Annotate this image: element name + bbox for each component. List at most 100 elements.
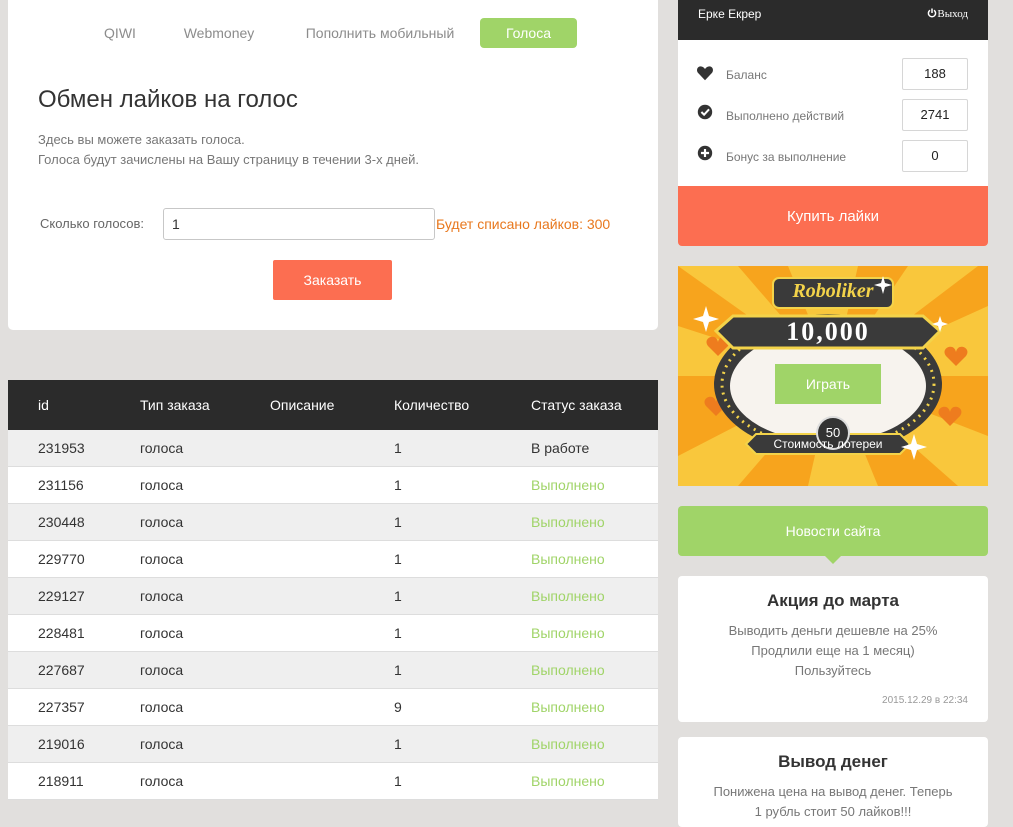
cell-type: голоса xyxy=(140,430,270,467)
votes-count-input[interactable] xyxy=(163,208,435,240)
cell-description xyxy=(270,614,394,652)
cell-quantity: 1 xyxy=(394,503,531,541)
news-text: Понижена цена на вывод денег. Теперь 1 р… xyxy=(678,782,988,822)
table-row: 231156 голоса 1 Выполнено xyxy=(8,466,658,504)
cell-id: 218911 xyxy=(8,762,140,800)
cell-quantity: 1 xyxy=(394,577,531,615)
payment-tabs: QIWI Webmoney Пополнить мобильный Голоса xyxy=(8,18,658,48)
cell-description xyxy=(270,725,394,763)
news-line: Пользуйтесь xyxy=(794,663,872,678)
cell-description xyxy=(270,466,394,504)
page-description: Здесь вы можете заказать голоса. Голоса … xyxy=(38,130,419,170)
logout-link[interactable]: Выход xyxy=(927,8,968,20)
user-name: Ерке Екрер xyxy=(698,7,762,21)
user-stats: Баланс 188 Выполнено действий 2741 Бонус… xyxy=(678,40,988,186)
lottery-cost-label: Стоимость лотереи xyxy=(773,437,883,451)
cell-id: 230448 xyxy=(8,503,140,541)
table-row: 228481 голоса 1 Выполнено xyxy=(8,614,658,652)
heart-icon xyxy=(697,66,713,81)
table-row: 231953 голоса 1 В работе xyxy=(8,430,658,467)
column-header-type: Тип заказа xyxy=(140,397,210,413)
cell-status: В работе xyxy=(531,430,658,467)
column-header-description: Описание xyxy=(270,397,335,413)
column-header-id: id xyxy=(38,397,49,413)
column-header-quantity: Количество xyxy=(394,397,470,413)
cell-description xyxy=(270,540,394,578)
cell-type: голоса xyxy=(140,651,270,689)
cell-quantity: 1 xyxy=(394,430,531,467)
cell-id: 229770 xyxy=(8,540,140,578)
check-circle-icon xyxy=(697,104,713,120)
table-row: 219016 голоса 1 Выполнено xyxy=(8,725,658,763)
cell-type: голоса xyxy=(140,725,270,763)
cell-quantity: 1 xyxy=(394,614,531,652)
description-line: Здесь вы можете заказать голоса. xyxy=(38,132,245,147)
cell-id: 231953 xyxy=(8,430,140,467)
stat-label: Баланс xyxy=(726,68,767,82)
stat-actions-done: Выполнено действий 2741 xyxy=(678,99,988,131)
cell-type: голоса xyxy=(140,688,270,726)
votes-count-label: Сколько голосов: xyxy=(40,216,144,231)
cell-status: Выполнено xyxy=(531,503,658,541)
news-title: Акция до марта xyxy=(767,591,899,610)
order-card: QIWI Webmoney Пополнить мобильный Голоса… xyxy=(8,0,658,330)
stat-label: Выполнено действий xyxy=(726,109,845,123)
news-header: Новости сайта xyxy=(678,506,988,564)
cell-status: Выполнено xyxy=(531,540,658,578)
tab-qiwi[interactable]: QIWI xyxy=(90,18,150,48)
order-button[interactable]: Заказать xyxy=(273,260,392,300)
cell-description xyxy=(270,577,394,615)
cell-description xyxy=(270,430,394,467)
news-date: 2015.12.29 в 22:34 xyxy=(882,695,968,706)
cell-id: 227357 xyxy=(8,688,140,726)
table-row: 227357 голоса 9 Выполнено xyxy=(8,688,658,726)
lottery-brand: Roboliker xyxy=(792,280,874,302)
table-row: 229770 голоса 1 Выполнено xyxy=(8,540,658,578)
lottery-prize-amount: 10,000 xyxy=(786,317,870,346)
cell-type: голоса xyxy=(140,577,270,615)
cell-quantity: 1 xyxy=(394,540,531,578)
cell-id: 229127 xyxy=(8,577,140,615)
cell-type: голоса xyxy=(140,466,270,504)
cell-type: голоса xyxy=(140,614,270,652)
table-header-row: id Тип заказа Описание Количество Статус… xyxy=(8,380,658,430)
news-line: 1 рубль стоит 50 лайков!!! xyxy=(754,804,912,819)
table-row: 230448 голоса 1 Выполнено xyxy=(8,503,658,541)
cell-status: Выполнено xyxy=(531,725,658,763)
news-item: Акция до марта Выводить деньги дешевле н… xyxy=(678,576,988,722)
user-bar: Ерке Екрер Выход xyxy=(678,0,988,40)
cell-description xyxy=(270,762,394,800)
column-header-status: Статус заказа xyxy=(531,397,622,413)
description-line: Голоса будут зачислены на Вашу страницу … xyxy=(38,152,420,167)
cell-status: Выполнено xyxy=(531,762,658,800)
table-row: 229127 голоса 1 Выполнено xyxy=(8,577,658,615)
news-text: Выводить деньги дешевле на 25% Продлили … xyxy=(678,621,988,681)
lottery-banner[interactable]: Roboliker 10,000 Играть 50 Стоимость лот… xyxy=(678,266,988,486)
buy-likes-button[interactable]: Купить лайки xyxy=(678,186,988,246)
stat-balance: Баланс 188 xyxy=(678,58,988,90)
cell-quantity: 9 xyxy=(394,688,531,726)
logout-label: Выход xyxy=(937,8,968,20)
cell-status: Выполнено xyxy=(531,466,658,504)
cell-quantity: 1 xyxy=(394,651,531,689)
table-row: 218911 голоса 1 Выполнено xyxy=(8,762,658,800)
cell-quantity: 1 xyxy=(394,466,531,504)
stat-label: Бонус за выполнение xyxy=(726,150,847,164)
play-lottery-button[interactable]: Играть xyxy=(775,364,881,404)
tab-webmoney[interactable]: Webmoney xyxy=(176,18,262,48)
tab-mobile[interactable]: Пополнить мобильный xyxy=(296,18,464,48)
cell-description xyxy=(270,651,394,689)
news-item: Вывод денег Понижена цена на вывод денег… xyxy=(678,737,988,827)
cell-description xyxy=(270,688,394,726)
page-title: Обмен лайков на голос xyxy=(38,86,298,113)
stat-value: 188 xyxy=(902,58,968,90)
orders-table: id Тип заказа Описание Количество Статус… xyxy=(8,380,658,800)
cell-status: Выполнено xyxy=(531,688,658,726)
cell-type: голоса xyxy=(140,540,270,578)
cell-quantity: 1 xyxy=(394,725,531,763)
cell-status: Выполнено xyxy=(531,614,658,652)
tab-votes[interactable]: Голоса xyxy=(480,18,577,48)
cell-status: Выполнено xyxy=(531,651,658,689)
stat-value: 0 xyxy=(902,140,968,172)
stat-bonus: Бонус за выполнение 0 xyxy=(678,140,988,172)
